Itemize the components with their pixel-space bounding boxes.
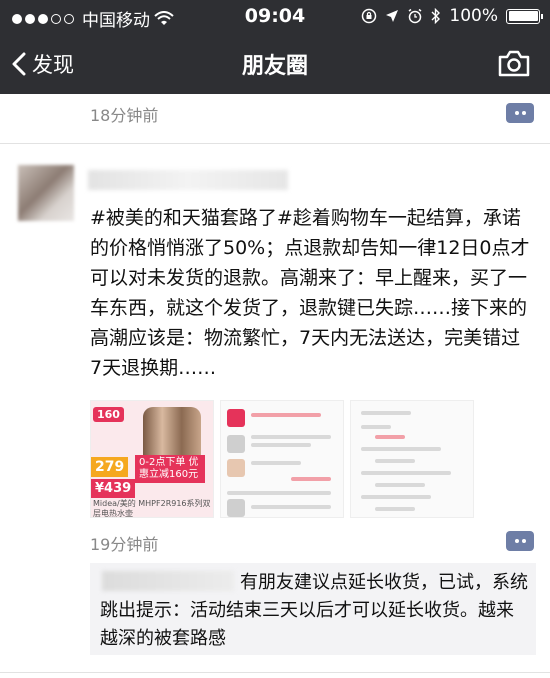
- navigation-bar: 发现 朋友圈: [0, 34, 550, 94]
- lock-rotation-icon: [362, 8, 377, 24]
- battery-percent: 100%: [449, 6, 498, 26]
- battery-icon: [506, 8, 543, 24]
- post-image-2[interactable]: [220, 400, 344, 518]
- post-bottom-divider: [0, 672, 550, 673]
- camera-icon: [498, 50, 530, 77]
- image-promo: 0-2点下单 优惠立减160元: [135, 455, 205, 483]
- author-name-redacted[interactable]: [88, 170, 288, 190]
- page-title: 朋友圈: [241, 54, 308, 79]
- post-images: 160 279 0-2点下单 优惠立减160元 ¥439 Midea/美的 MH…: [90, 400, 474, 518]
- image-badge: 160: [93, 407, 124, 422]
- prev-post-comment-button[interactable]: [506, 103, 534, 123]
- image-price-final: ¥439: [91, 479, 136, 498]
- status-bar: 中国移动 09:04 100%: [0, 0, 550, 34]
- camera-button[interactable]: [498, 49, 530, 81]
- prev-post-timestamp: 18分钟前: [90, 106, 159, 125]
- post-divider: [0, 143, 550, 144]
- bluetooth-icon: [431, 8, 441, 24]
- post-comment-button[interactable]: [506, 531, 534, 551]
- avatar[interactable]: [18, 165, 74, 221]
- alarm-icon: [408, 8, 422, 24]
- post-timestamp: 19分钟前: [90, 535, 159, 554]
- post-text: #被美的和天猫套路了#趁着购物车一起结算，承诺的价格悄悄涨了50%；点退款却告知…: [90, 207, 530, 379]
- post-image-1[interactable]: 160 279 0-2点下单 优惠立减160元 ¥439 Midea/美的 MH…: [90, 400, 214, 518]
- post-image-3[interactable]: [350, 400, 474, 518]
- status-right: 100%: [361, 6, 543, 26]
- image-caption: Midea/美的 MHPF2R916系列双层电热水壶: [93, 499, 211, 518]
- comment-area: 有朋友建议点延长收货，已试，系统跳出提示：活动结束三天以后才可以延长收货。越来越…: [90, 563, 536, 655]
- comment-text: 有朋友建议点延长收货，已试，系统跳出提示：活动结束三天以后才可以延长收货。越来越…: [100, 572, 528, 649]
- location-icon: [386, 10, 399, 22]
- image-price-main: 279: [91, 457, 129, 477]
